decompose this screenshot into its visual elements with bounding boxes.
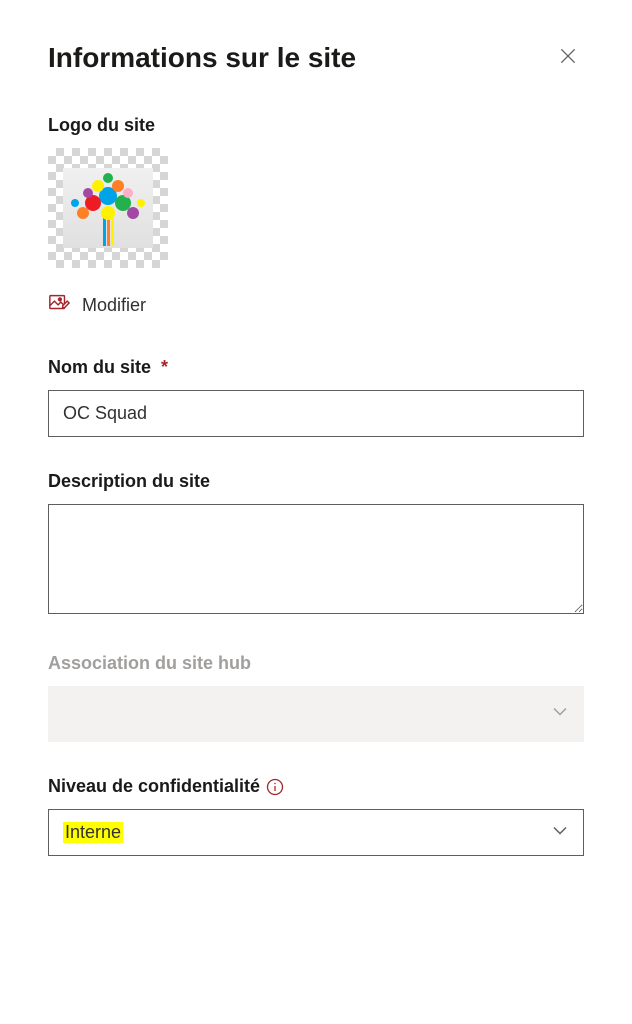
privacy-label-text: Niveau de confidentialité <box>48 776 260 797</box>
required-indicator: * <box>161 357 168 378</box>
hub-association-label: Association du site hub <box>48 653 584 674</box>
description-label: Description du site <box>48 471 584 492</box>
site-name-input[interactable] <box>48 390 584 437</box>
description-section: Description du site <box>48 471 584 619</box>
close-icon <box>558 46 578 69</box>
privacy-value: Interne <box>63 822 123 843</box>
privacy-select-wrap: Interne <box>48 809 584 856</box>
close-button[interactable] <box>552 40 584 75</box>
hub-association-section: Association du site hub <box>48 653 584 742</box>
panel-title: Informations sur le site <box>48 42 356 74</box>
hub-association-select <box>48 686 584 742</box>
description-textarea[interactable] <box>48 504 584 614</box>
site-name-label: Nom du site * <box>48 357 584 378</box>
privacy-label: Niveau de confidentialité <box>48 776 584 797</box>
logo-thumbnail <box>48 148 168 268</box>
privacy-select[interactable]: Interne <box>48 809 584 856</box>
modify-logo-label: Modifier <box>82 295 146 316</box>
info-icon[interactable] <box>266 778 284 796</box>
edit-image-icon <box>48 292 70 319</box>
logo-label: Logo du site <box>48 115 584 136</box>
hub-association-select-wrap <box>48 686 584 742</box>
logo-section: Logo du site <box>48 115 584 323</box>
site-name-label-text: Nom du site <box>48 357 151 378</box>
panel-header: Informations sur le site <box>48 40 584 75</box>
logo-image <box>63 168 153 248</box>
site-name-section: Nom du site * <box>48 357 584 437</box>
modify-logo-button[interactable]: Modifier <box>48 288 146 323</box>
privacy-section: Niveau de confidentialité Interne <box>48 776 584 856</box>
